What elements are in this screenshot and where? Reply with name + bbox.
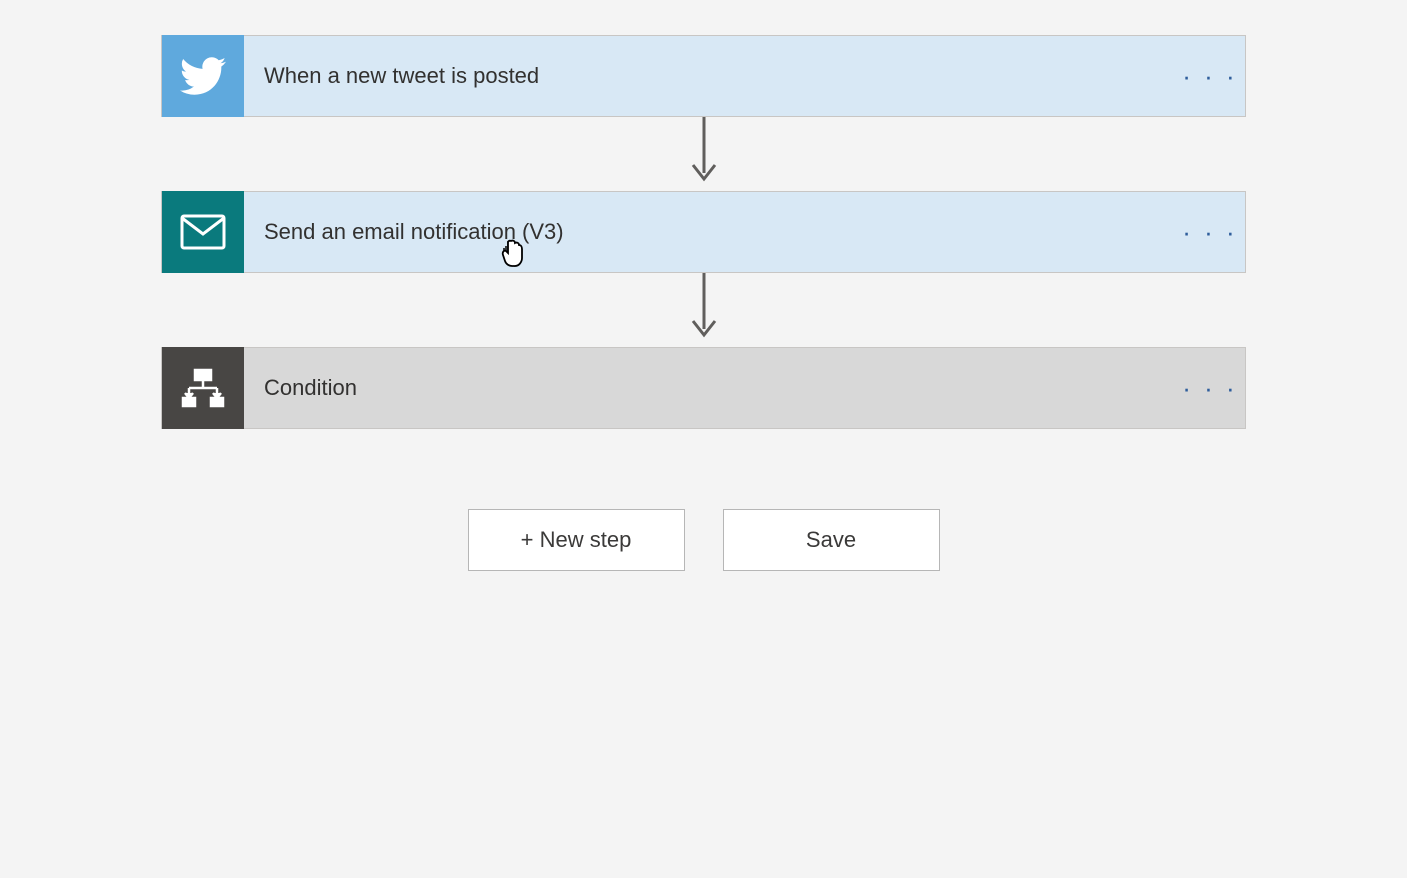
- step-condition-title: Condition: [244, 375, 1175, 401]
- flow-container: When a new tweet is posted · · · Send an…: [161, 35, 1246, 571]
- step-email-notification[interactable]: Send an email notification (V3) · · ·: [161, 191, 1246, 273]
- step-twitter-menu[interactable]: · · ·: [1175, 35, 1245, 117]
- step-condition-menu[interactable]: · · ·: [1175, 347, 1245, 429]
- new-step-button[interactable]: + New step: [468, 509, 685, 571]
- arrow-connector-1: [688, 117, 720, 191]
- mail-icon: [162, 191, 244, 273]
- step-email-menu[interactable]: · · ·: [1175, 191, 1245, 273]
- save-button[interactable]: Save: [723, 509, 940, 571]
- twitter-icon: [162, 35, 244, 117]
- button-row: + New step Save: [468, 509, 940, 571]
- condition-icon: [162, 347, 244, 429]
- step-condition[interactable]: Condition · · ·: [161, 347, 1246, 429]
- step-email-title: Send an email notification (V3): [244, 219, 1175, 245]
- step-twitter-trigger[interactable]: When a new tweet is posted · · ·: [161, 35, 1246, 117]
- step-twitter-title: When a new tweet is posted: [244, 63, 1175, 89]
- arrow-connector-2: [688, 273, 720, 347]
